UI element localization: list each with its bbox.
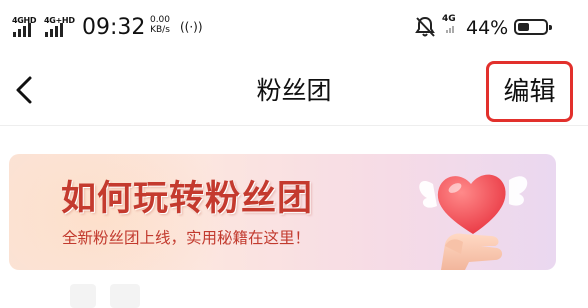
banner-title: 如何玩转粉丝团 bbox=[61, 179, 314, 219]
list-item bbox=[70, 284, 96, 308]
signal-sim2-icon: 4G+HD bbox=[44, 16, 76, 38]
banner-subtitle: 全新粉丝团上线，实用秘籍在这里！ bbox=[62, 229, 311, 247]
speed-unit: KB/s bbox=[150, 25, 170, 35]
nav-bar: 粉丝团 编辑 bbox=[0, 60, 588, 126]
network-speed: 0.00 KB/s bbox=[145, 15, 175, 35]
status-bar: 4GHD 4G+HD 09:32 0.00 KB/s ((·)) 4G 44% bbox=[0, 0, 588, 60]
battery-fill bbox=[518, 23, 529, 31]
signal-sim1-icon: 4GHD bbox=[12, 16, 44, 38]
fan-club-guide-banner[interactable]: 如何玩转粉丝团 全新粉丝团上线，实用秘籍在这里！ bbox=[9, 154, 556, 270]
clock: 09:32 bbox=[82, 15, 146, 40]
list-item bbox=[110, 284, 140, 308]
mobile-data-icon: 4G bbox=[442, 14, 456, 33]
speed-value: 0.00 bbox=[149, 15, 171, 25]
edit-button[interactable]: 编辑 bbox=[486, 61, 573, 122]
hotspot-icon: ((·)) bbox=[180, 20, 203, 34]
battery-icon bbox=[514, 19, 552, 35]
hand-holding-heart-icon bbox=[419, 174, 528, 270]
battery-percent: 44% bbox=[466, 17, 509, 39]
net-type: 4G bbox=[442, 14, 456, 24]
bell-muted-icon bbox=[415, 16, 435, 37]
